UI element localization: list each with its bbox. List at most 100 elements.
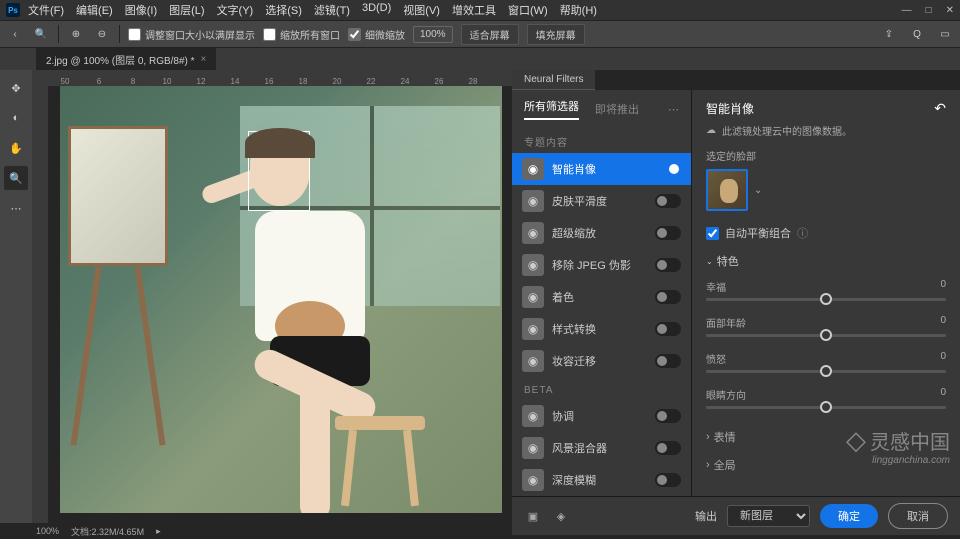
menu-item[interactable]: 帮助(H) <box>560 2 597 18</box>
menu-item[interactable]: 3D(D) <box>362 2 391 18</box>
window-control-button[interactable]: ✕ <box>946 5 954 16</box>
filter-toggle[interactable] <box>655 258 681 272</box>
panel-tab-bar: Neural Filters <box>512 70 960 90</box>
hand-tool-icon[interactable]: ✋ <box>4 136 28 160</box>
menu-item[interactable]: 窗口(W) <box>508 2 548 18</box>
menu-item[interactable]: 视图(V) <box>403 2 440 18</box>
eyedropper-tool-icon[interactable]: ◐ <box>4 106 28 130</box>
menu-item[interactable]: 选择(S) <box>265 2 302 18</box>
filter-toggle[interactable] <box>655 409 681 423</box>
menu-item[interactable]: 编辑(E) <box>76 2 113 18</box>
filter-item[interactable]: ◉妆容迁移 <box>512 345 691 377</box>
zoom-all-checkbox[interactable]: 缩放所有窗口 <box>263 27 340 42</box>
group-featured[interactable]: ⌄特色 <box>706 253 946 269</box>
filter-thumb-icon: ◉ <box>522 286 544 308</box>
filter-name: 着色 <box>552 289 647 305</box>
group-collapsed[interactable]: › 全局 <box>706 451 946 479</box>
scrubby-zoom-checkbox[interactable]: 细微缩放 <box>348 27 405 42</box>
settings-title: 智能肖像 <box>706 100 754 117</box>
slider-愤怒[interactable]: 愤怒0 <box>706 351 946 373</box>
filter-thumb-icon: ◉ <box>522 318 544 340</box>
filter-name: 皮肤平滑度 <box>552 193 647 209</box>
slider-眼睛方向[interactable]: 眼睛方向0 <box>706 387 946 409</box>
window-control-button[interactable]: — <box>902 5 912 16</box>
preview-icon[interactable]: ▣ <box>524 507 542 525</box>
chevron-down-icon[interactable]: ⌄ <box>754 185 762 196</box>
filter-item[interactable]: ◉移除 JPEG 伪影 <box>512 249 691 281</box>
menu-item[interactable]: 增效工具 <box>452 2 496 18</box>
filter-toggle[interactable] <box>655 441 681 455</box>
fit-screen-button[interactable]: 适合屏幕 <box>461 24 519 45</box>
menu-item[interactable]: 滤镜(T) <box>314 2 350 18</box>
filter-toggle[interactable] <box>655 194 681 208</box>
filter-toggle[interactable] <box>655 226 681 240</box>
filter-thumb-icon: ◉ <box>522 405 544 427</box>
chevron-right-icon[interactable]: ▸ <box>156 526 161 537</box>
filter-thumb-icon: ◉ <box>522 254 544 276</box>
filter-toggle[interactable] <box>655 290 681 304</box>
menu-item[interactable]: 文字(Y) <box>217 2 254 18</box>
cancel-button[interactable]: 取消 <box>888 503 948 529</box>
more-icon[interactable]: ⋯ <box>668 103 679 116</box>
section-beta: BETA <box>512 377 691 400</box>
ruler-horizontal: 506810121416182022242628 <box>32 70 512 86</box>
layers-icon[interactable]: ◈ <box>552 507 570 525</box>
more-tools-icon[interactable]: ⋯ <box>4 196 28 220</box>
slider-label: 面部年龄 <box>706 315 746 330</box>
document-tab[interactable]: 2.jpg @ 100% (图层 0, RGB/8#) * × <box>36 48 216 71</box>
filter-name: 妆容迁移 <box>552 353 647 369</box>
search-icon[interactable]: Q <box>908 25 926 43</box>
slider-面部年龄[interactable]: 面部年龄0 <box>706 315 946 337</box>
filter-settings-panel: 智能肖像 ↶ ☁ 此滤镜处理云中的图像数据。 选定的脸部 ⌄ 自动平衡组合 ⓘ … <box>692 90 960 496</box>
slider-幸福[interactable]: 幸福0 <box>706 279 946 301</box>
filter-toggle[interactable] <box>655 354 681 368</box>
filter-item[interactable]: ◉深度模糊 <box>512 464 691 496</box>
workspace-icon[interactable]: ▭ <box>936 25 954 43</box>
fill-screen-button[interactable]: 填充屏幕 <box>527 24 585 45</box>
canvas-area: 506810121416182022242628 <box>32 70 512 523</box>
auto-balance-checkbox[interactable]: 自动平衡组合 ⓘ <box>706 225 946 241</box>
tab-coming-soon[interactable]: 即将推出 <box>595 101 639 117</box>
filter-thumb-icon: ◉ <box>522 158 544 180</box>
filter-item[interactable]: ◉皮肤平滑度 <box>512 185 691 217</box>
filter-toggle[interactable] <box>655 162 681 176</box>
options-bar: ‹ 🔍 ⊕ ⊖ 调整窗口大小以满屏显示 缩放所有窗口 细微缩放 100% 适合屏… <box>0 20 960 48</box>
tools-panel: ✥ ◐ ✋ 🔍 ⋯ <box>0 70 32 523</box>
filter-item[interactable]: ◉ 着色 <box>512 281 691 313</box>
menu-item[interactable]: 文件(F) <box>28 2 64 18</box>
filter-item[interactable]: ◉超级缩放 <box>512 217 691 249</box>
group-collapsed[interactable]: › 表情 <box>706 423 946 451</box>
filter-name: 智能肖像 <box>552 161 647 177</box>
tab-all-filters[interactable]: 所有筛选器 <box>524 98 579 120</box>
share-icon[interactable]: ⇪ <box>880 25 898 43</box>
zoom-in-icon[interactable]: ⊕ <box>67 25 85 43</box>
menu-item[interactable]: 图像(I) <box>125 2 157 18</box>
zoom-100-button[interactable]: 100% <box>413 26 453 43</box>
window-control-button[interactable]: □ <box>926 5 932 16</box>
info-icon[interactable]: ⓘ <box>797 225 808 241</box>
filter-item[interactable]: ◉ 智能肖像 <box>512 153 691 185</box>
filter-toggle[interactable] <box>655 322 681 336</box>
filter-thumb-icon: ◉ <box>522 222 544 244</box>
window-controls: — □ ✕ <box>902 5 954 16</box>
ok-button[interactable]: 确定 <box>820 504 878 528</box>
filter-list-panel: 所有筛选器 即将推出 ⋯ 专题内容 ◉智能肖像◉皮肤平滑度◉超级缩放◉移除 JP… <box>512 90 692 496</box>
zoom-out-icon[interactable]: ⊖ <box>93 25 111 43</box>
filter-toggle[interactable] <box>655 473 681 487</box>
back-icon[interactable]: ‹ <box>6 25 24 43</box>
zoom-tool-icon[interactable]: 🔍 <box>32 25 50 43</box>
filter-item[interactable]: ◉风景混合器 <box>512 432 691 464</box>
zoom-tool-icon[interactable]: 🔍 <box>4 166 28 190</box>
move-tool-icon[interactable]: ✥ <box>4 76 28 100</box>
title-bar: Ps 文件(F)编辑(E)图像(I)图层(L)文字(Y)选择(S)滤镜(T)3D… <box>0 0 960 20</box>
neural-filters-tab[interactable]: Neural Filters <box>512 70 595 90</box>
canvas[interactable] <box>60 86 502 513</box>
filter-item[interactable]: ◉样式转换 <box>512 313 691 345</box>
output-select[interactable]: 新图层 <box>727 505 810 527</box>
resize-window-checkbox[interactable]: 调整窗口大小以满屏显示 <box>128 27 255 42</box>
menu-item[interactable]: 图层(L) <box>169 2 204 18</box>
filter-item[interactable]: ◉协调 <box>512 400 691 432</box>
face-thumbnail[interactable] <box>706 169 748 211</box>
reset-icon[interactable]: ↶ <box>934 100 946 117</box>
close-icon[interactable]: × <box>201 54 207 65</box>
